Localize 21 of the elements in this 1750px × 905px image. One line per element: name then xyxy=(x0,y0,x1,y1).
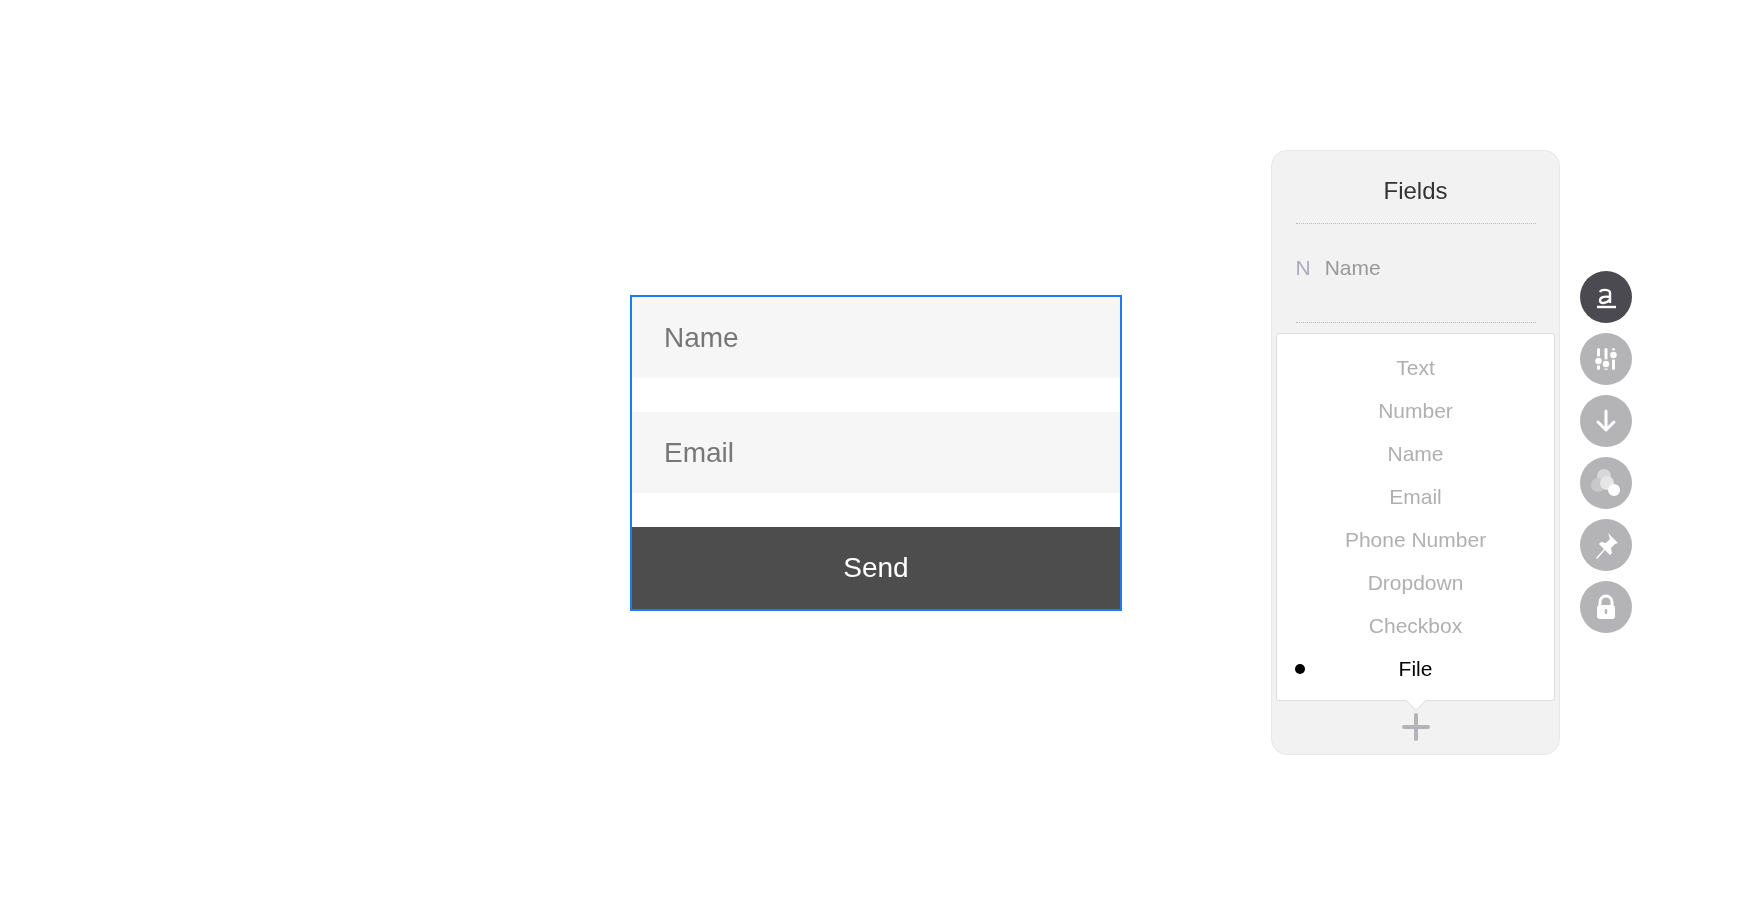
colors-tool-button[interactable] xyxy=(1580,457,1632,509)
menu-item[interactable]: Number xyxy=(1277,389,1554,432)
input-field[interactable]: Name xyxy=(632,297,1120,378)
menu-item[interactable]: Name xyxy=(1277,432,1554,475)
menu-item[interactable]: Checkbox xyxy=(1277,604,1554,647)
panel-title: Fields xyxy=(1383,176,1448,206)
menu-item[interactable]: Text xyxy=(1277,346,1554,389)
field-label[interactable]: Name xyxy=(1324,256,1381,280)
sliders-tool-button[interactable] xyxy=(1580,333,1632,385)
lock-tool-button[interactable] xyxy=(1580,581,1632,633)
add-icon[interactable] xyxy=(1401,713,1430,741)
send-button[interactable]: Send xyxy=(632,527,1120,609)
menu-item[interactable]: Dropdown xyxy=(1277,561,1554,604)
pin-tool-button[interactable] xyxy=(1580,519,1632,571)
menu-item[interactable]: File xyxy=(1277,647,1554,690)
menu-item[interactable]: Email xyxy=(1277,475,1554,518)
menu-item[interactable]: Phone Number xyxy=(1277,518,1554,561)
text-tool-button[interactable] xyxy=(1580,271,1632,323)
input-field[interactable]: Email xyxy=(632,412,1120,493)
download-tool-button[interactable] xyxy=(1580,395,1632,447)
field-initial: N xyxy=(1295,256,1311,280)
